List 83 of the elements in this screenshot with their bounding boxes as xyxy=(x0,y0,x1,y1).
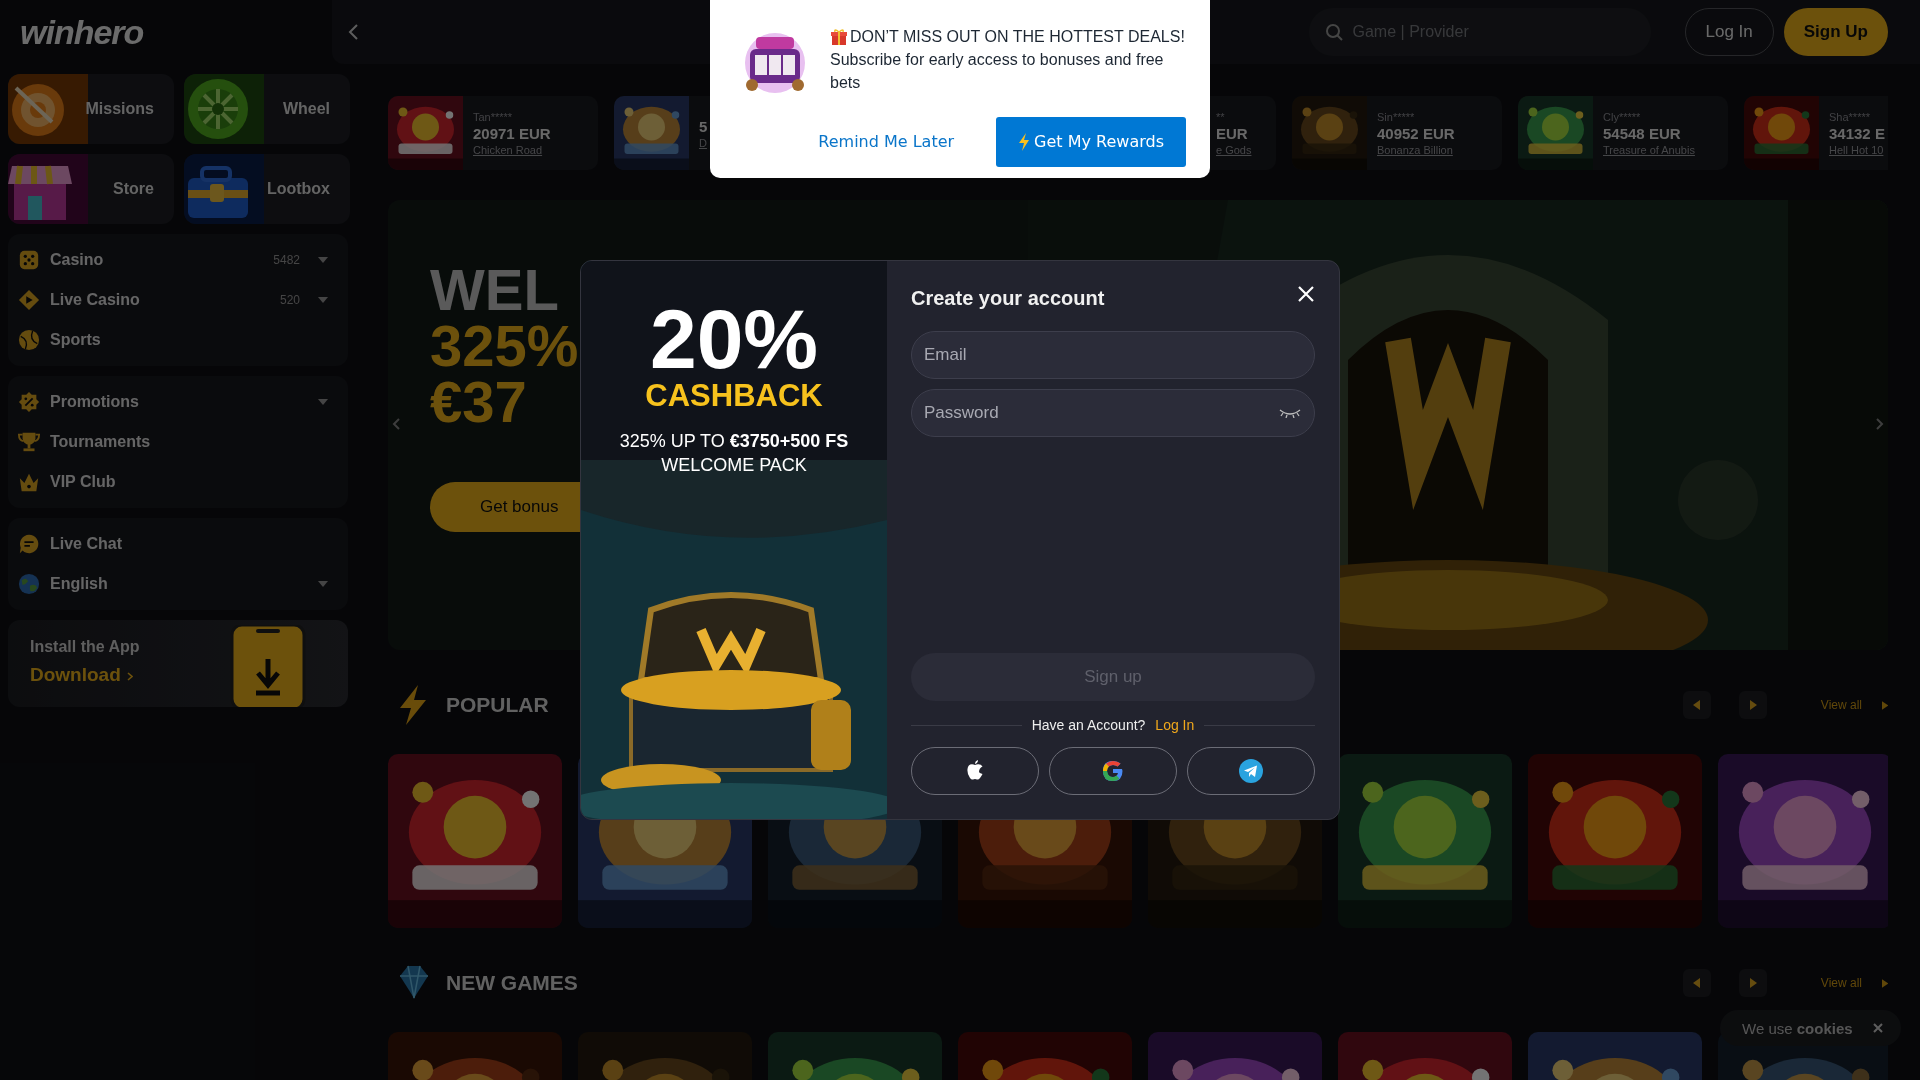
section-title: NEW GAMES xyxy=(446,971,578,995)
game-link[interactable]: Bonanza Billion xyxy=(1377,143,1455,156)
nav-item[interactable]: English xyxy=(8,564,348,604)
win-amount: 20971 EUR xyxy=(473,124,551,142)
player-name: ** xyxy=(1216,110,1226,123)
app-banner[interactable]: Install the App Download xyxy=(8,620,348,707)
win-amount: 40952 EUR xyxy=(1377,124,1455,142)
promo-label: CASHBACK xyxy=(645,379,823,413)
phone-icon xyxy=(230,625,306,707)
triangle-left-icon xyxy=(1692,978,1701,988)
globe-icon xyxy=(18,573,40,595)
close-icon xyxy=(1872,1023,1883,1033)
popup-message: Subscribe for early access to bonuses and free bets xyxy=(830,50,1165,93)
rewards-button[interactable]: Get My Rewards xyxy=(996,116,1186,167)
promo-card[interactable]: Missions xyxy=(8,74,174,144)
download-link[interactable]: Download xyxy=(30,664,121,686)
password-field[interactable]: Password xyxy=(911,389,1315,437)
remind-later-button[interactable]: Remind Me Later xyxy=(812,116,961,167)
lightning-icon xyxy=(1018,132,1031,151)
win-amount: 34132 E xyxy=(1829,124,1885,142)
account-prompt: Have an Account? xyxy=(1031,717,1146,733)
view-all-link[interactable]: View all xyxy=(1820,976,1862,990)
nav-item[interactable]: Live Casino 520 xyxy=(8,280,348,320)
nav-item[interactable]: Tournaments xyxy=(8,422,348,462)
signup-button[interactable]: Sign Up xyxy=(1783,8,1888,56)
triangle-right-icon xyxy=(1748,978,1757,988)
play-diamond-icon xyxy=(18,289,40,311)
caret-icon[interactable] xyxy=(318,257,328,263)
telegram-icon xyxy=(1238,758,1264,784)
headline: 325% xyxy=(430,318,579,374)
chat-icon xyxy=(18,533,40,555)
headline: €37 xyxy=(430,374,527,430)
next-button[interactable] xyxy=(1738,691,1767,719)
caret-icon[interactable] xyxy=(318,581,328,587)
section-title: POPULAR xyxy=(446,693,549,717)
promo-percent: 20% xyxy=(649,299,819,379)
promo-offer: 325% UP TO €3750+500 FS xyxy=(619,431,849,452)
login-link[interactable]: Log In xyxy=(1155,717,1195,733)
win-amount: 5 xyxy=(699,117,708,135)
dialog-title: Create your account xyxy=(911,287,1105,311)
previous-button[interactable] xyxy=(1682,691,1711,719)
triangle-left-icon xyxy=(1692,700,1701,710)
chevron-left-icon[interactable] xyxy=(392,418,400,430)
headline: WEL xyxy=(430,262,559,318)
view-all-link[interactable]: View all xyxy=(1820,698,1862,712)
discount-badge-icon xyxy=(18,391,40,413)
game-link[interactable]: Chicken Road xyxy=(473,143,551,156)
next-button[interactable] xyxy=(1738,969,1767,997)
caret-icon[interactable] xyxy=(318,297,328,303)
closed-eye-icon[interactable] xyxy=(1279,408,1301,418)
win-amount: 54548 EUR xyxy=(1603,124,1682,142)
gift-icon xyxy=(830,27,848,46)
promo-card[interactable]: Wheel xyxy=(184,74,350,144)
trophy-icon xyxy=(18,431,40,453)
triangle-right-icon xyxy=(1748,700,1757,710)
logo[interactable]: winhero xyxy=(20,12,144,52)
promo-card[interactable]: Lootbox xyxy=(184,154,350,224)
search-icon xyxy=(1324,23,1343,41)
item-count: 5482 xyxy=(273,253,300,267)
app-title: Install the App xyxy=(30,638,141,656)
popup-headline: DON’T MISS OUT ON THE HOTTEST DEALS! xyxy=(850,27,1185,47)
game-link[interactable]: D xyxy=(699,136,708,149)
ball-icon xyxy=(18,329,40,351)
previous-button[interactable] xyxy=(1682,969,1711,997)
close-icon xyxy=(1297,285,1315,303)
nav-item[interactable]: Live Chat xyxy=(8,524,348,564)
nav-item[interactable]: VIP Club xyxy=(8,462,348,502)
game-link[interactable]: Hell Hot 10 xyxy=(1829,143,1885,156)
dice-icon xyxy=(18,249,40,271)
cookie-text: We use cookies xyxy=(1742,1019,1853,1037)
nav-item[interactable]: Promotions xyxy=(8,382,348,422)
promo-card[interactable]: Store xyxy=(8,154,174,224)
chevron-right-icon[interactable] xyxy=(126,672,133,682)
win-amount: EUR xyxy=(1216,124,1249,142)
triangle-right-icon[interactable] xyxy=(1882,700,1888,710)
caret-icon[interactable] xyxy=(318,399,328,405)
nav-item[interactable]: Casino 5482 xyxy=(8,240,348,280)
nav-item[interactable]: Sports xyxy=(8,320,348,360)
chevron-right-icon[interactable] xyxy=(1876,418,1884,430)
triangle-right-icon[interactable] xyxy=(1882,978,1888,988)
email-field[interactable]: Email xyxy=(911,331,1315,379)
item-count: 520 xyxy=(279,293,300,307)
promo-subtitle: WELCOME PACK xyxy=(661,455,807,476)
